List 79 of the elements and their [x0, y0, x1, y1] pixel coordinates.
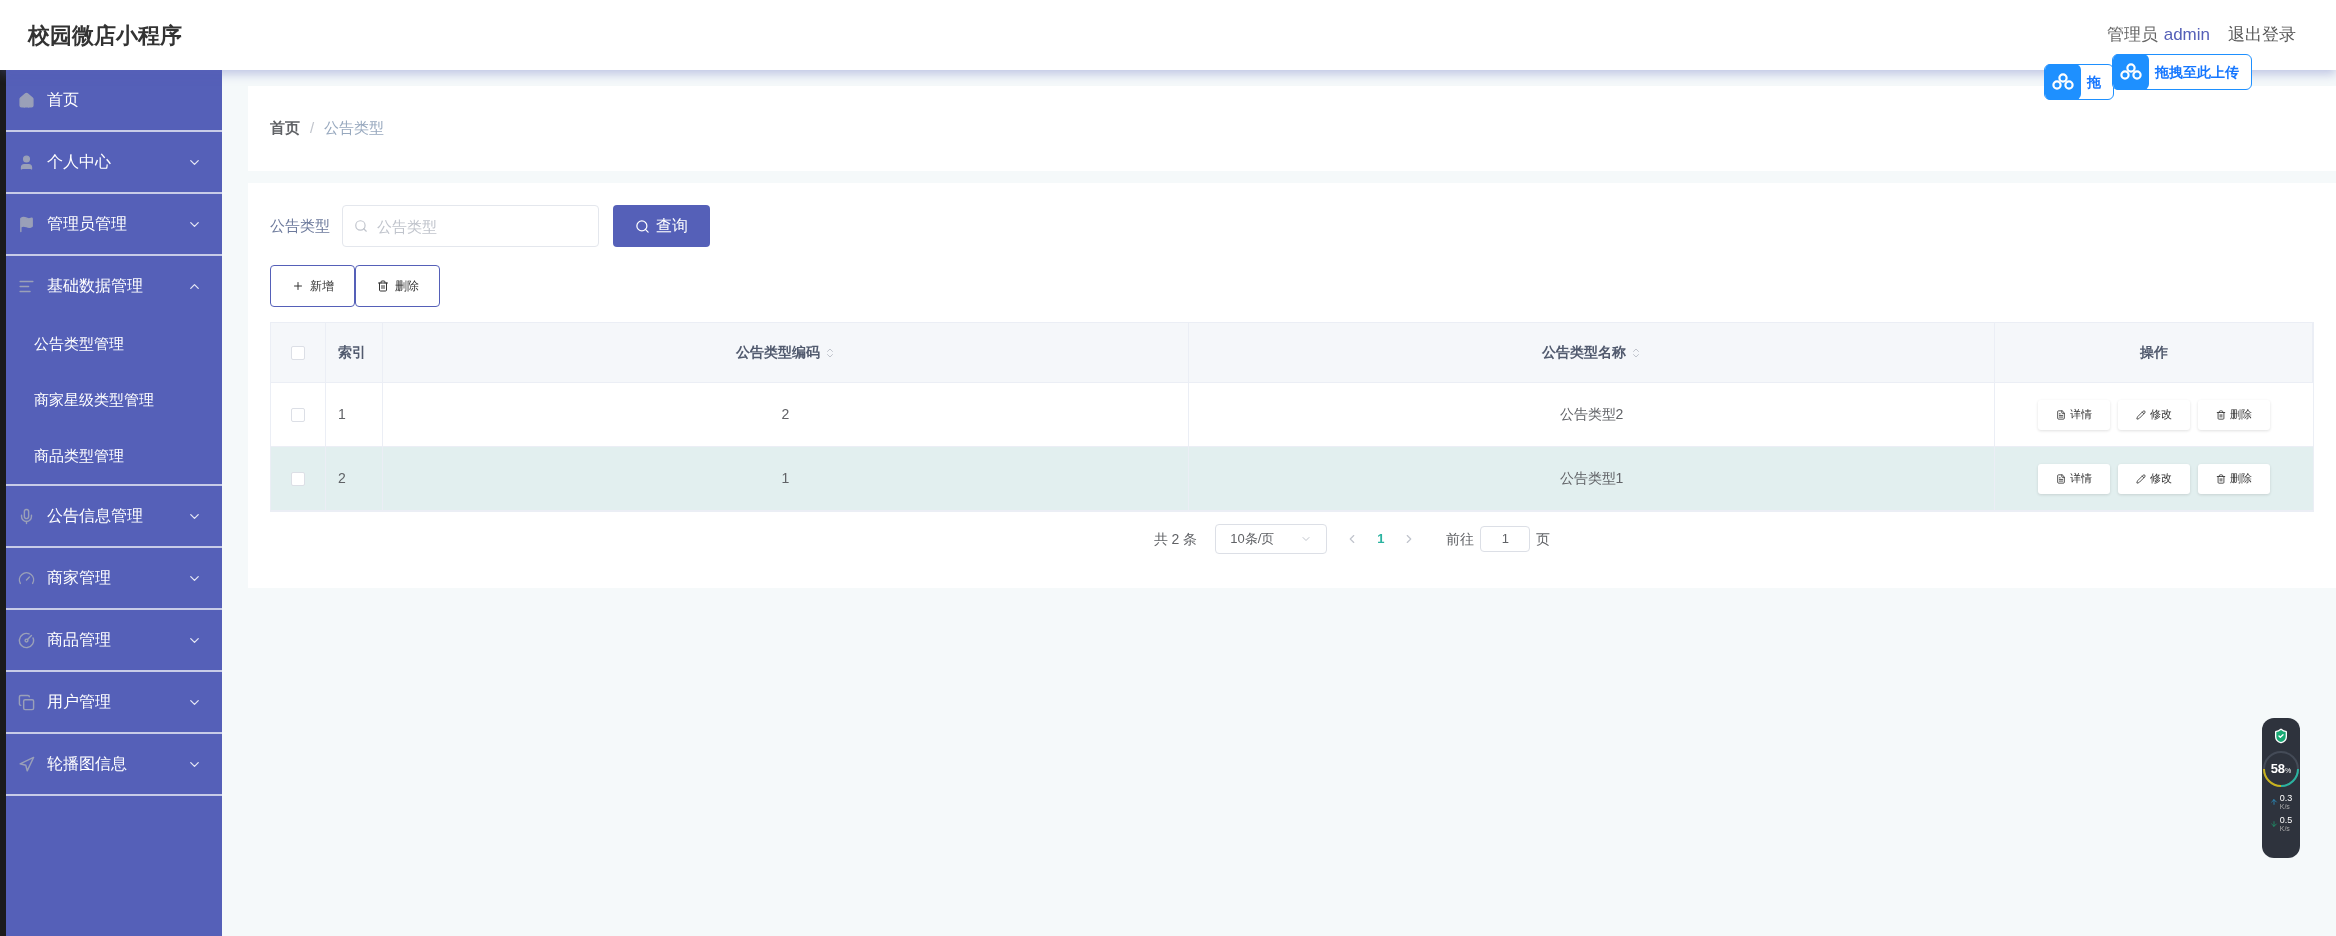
document-icon [2056, 473, 2066, 484]
checkbox[interactable] [291, 471, 305, 486]
username: admin [2163, 24, 2210, 47]
menu-icon [18, 507, 35, 525]
delete-button[interactable]: 删除 [2198, 399, 2270, 430]
column-header[interactable]: 公告类型编码 [735, 342, 836, 363]
sidebar-item[interactable]: 用户管理 [6, 672, 222, 732]
delete-button[interactable]: 删除 [355, 265, 440, 307]
search-button[interactable]: 查询 [613, 205, 710, 247]
edit-button[interactable]: 修改 [2118, 463, 2190, 494]
pencil-icon [2136, 409, 2146, 420]
table-cell-text: 2 [338, 469, 346, 488]
menu-icon [18, 755, 35, 773]
trash-icon [2216, 409, 2226, 420]
checkbox[interactable] [291, 345, 305, 360]
column-header: 索引 [338, 343, 366, 362]
submenu-item[interactable]: 商品类型管理 [6, 428, 222, 484]
submenu-item[interactable]: 公告类型管理 [6, 316, 222, 372]
usage-percent: 58 [2270, 760, 2286, 779]
cloud-icon [2052, 73, 2074, 91]
sidebar-item[interactable]: 基础数据管理 [6, 256, 222, 316]
shield-icon [2273, 728, 2289, 744]
breadcrumb-item: 公告类型 [324, 118, 385, 139]
sidebar-item[interactable]: 商品管理 [6, 610, 222, 670]
search-icon [354, 219, 368, 233]
search-label: 公告类型 [270, 215, 330, 236]
search-icon [635, 218, 650, 234]
cloud-icon [2120, 63, 2142, 81]
delete-button[interactable]: 删除 [2198, 463, 2270, 494]
table-cell-text: 公告类型2 [1559, 405, 1624, 424]
download-arrow-icon [2269, 820, 2278, 828]
document-icon [2056, 409, 2066, 420]
sidebar-item[interactable]: 管理员管理 [6, 194, 222, 254]
trash-icon [376, 280, 389, 292]
menu-icon [18, 631, 35, 649]
plus-icon [291, 280, 304, 292]
sidebar-item[interactable]: 首页 [6, 70, 222, 130]
detail-button[interactable]: 详情 [2038, 463, 2110, 494]
upload-rate: 0.3 [2279, 794, 2293, 803]
edit-button[interactable]: 修改 [2118, 399, 2190, 430]
checkbox[interactable] [291, 407, 305, 422]
menu-icon [18, 153, 35, 171]
download-rate: 0.5 [2279, 816, 2293, 825]
add-button[interactable]: 新增 [270, 265, 355, 307]
trash-icon [2216, 473, 2226, 484]
goto-page-field[interactable]: 1 [1480, 526, 1531, 552]
app-title: 校园微店小程序 [28, 21, 182, 50]
detail-button[interactable]: 详情 [2038, 399, 2110, 430]
search-field[interactable]: 公告类型 [342, 205, 599, 247]
menu-icon [18, 569, 35, 587]
table-row[interactable]: 2 1 公告类型1 详情 修改 删除 [271, 447, 2313, 511]
table-cell-text: 1 [781, 469, 790, 488]
pencil-icon [2136, 473, 2146, 484]
usage-ring [2262, 750, 2300, 788]
column-header: 操作 [2139, 343, 2168, 362]
submenu-item[interactable]: 商家星级类型管理 [6, 372, 222, 428]
page-size-select[interactable]: 10条/页 [1215, 524, 1328, 554]
total-count: 共 2 条 [1153, 529, 1198, 549]
column-header[interactable]: 公告类型名称 [1541, 342, 1642, 363]
table-row[interactable]: 1 2 公告类型2 详情 修改 删除 [271, 383, 2313, 447]
sidebar-item[interactable]: 个人中心 [6, 132, 222, 192]
menu-icon [18, 91, 35, 109]
breadcrumb-separator: / [310, 118, 315, 139]
menu-icon [18, 215, 35, 233]
table-cell-text: 1 [338, 405, 346, 424]
goto-label: 前往 [1446, 529, 1475, 549]
breadcrumb-item[interactable]: 首页 [270, 117, 300, 140]
upload-drop-button[interactable]: 拖 [2044, 64, 2114, 100]
sidebar-item[interactable]: 商家管理 [6, 548, 222, 608]
table-cell-text: 2 [781, 405, 790, 424]
sidebar-item[interactable]: 轮播图信息 [6, 734, 222, 794]
table-cell-text: 公告类型1 [1559, 469, 1624, 488]
upload-drop-button[interactable]: 拖拽至此上传 [2112, 54, 2252, 90]
logout-link[interactable]: 退出登录 [2228, 22, 2296, 48]
menu-icon [18, 693, 35, 711]
sidebar-item[interactable]: 公告信息管理 [6, 486, 222, 546]
user-role: 管理员 [2106, 24, 2158, 47]
upload-arrow-icon [2269, 798, 2278, 806]
goto-suffix: 页 [1536, 529, 1551, 549]
